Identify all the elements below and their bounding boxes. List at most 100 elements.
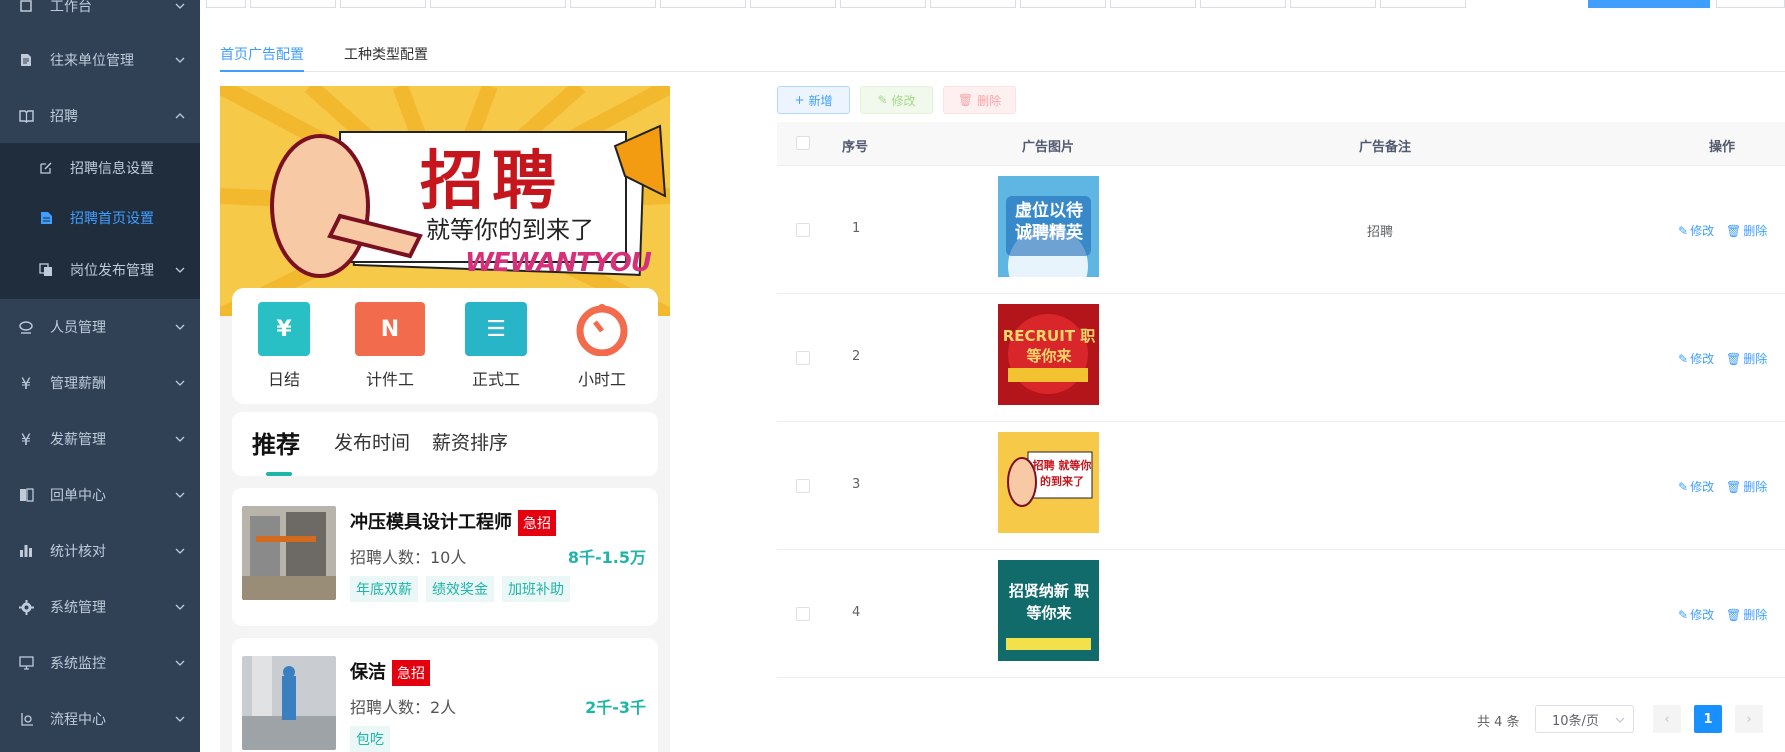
job-headcount: 招聘人数：10人 (350, 548, 467, 567)
tags-view-tab[interactable] (1380, 0, 1466, 8)
sidebar-item-salary-mgmt[interactable]: ¥ 管理薪酬 (0, 355, 200, 411)
row-delete-link[interactable]: 🗑 删除 (1726, 222, 1767, 239)
tags-view-tab[interactable] (570, 0, 656, 8)
row-checkbox[interactable] (796, 351, 810, 365)
row-delete-label: 删除 (1743, 224, 1768, 238)
urgent-badge: 急招 (518, 510, 556, 536)
sidebar-item-label: 流程中心 (50, 712, 106, 728)
quick-entry-piecework[interactable]: N 计件工 (350, 302, 430, 390)
page-size-select[interactable]: 10条/页 (1535, 705, 1634, 733)
tags-view-tab[interactable] (1110, 0, 1196, 8)
tags-view-tab[interactable] (750, 0, 836, 8)
sidebar-subitem-job-publish[interactable]: 岗位发布管理 (0, 245, 200, 295)
tags-view-tab[interactable] (840, 0, 926, 8)
chevron-down-icon (175, 3, 185, 9)
plus-icon: + (794, 93, 805, 107)
delete-button[interactable]: 🗑 删除 (943, 86, 1016, 114)
row-edit-link[interactable]: ✎ 修改 (1678, 222, 1714, 239)
sidebar-item-system[interactable]: 系统管理 (0, 579, 200, 635)
job-tags: 年底双薪 绩效奖金 加班补助 (350, 576, 570, 602)
trash-icon: 🗑 (1726, 351, 1742, 366)
tab-home-ad-config[interactable]: 首页广告配置 (220, 44, 304, 64)
tab-job-type-config[interactable]: 工种类型配置 (344, 44, 428, 64)
tags-view-tab[interactable] (206, 0, 246, 8)
sidebar-item-personnel[interactable]: 人员管理 (0, 299, 200, 355)
row-edit-link[interactable]: ✎ 修改 (1678, 350, 1714, 367)
select-all-checkbox[interactable] (796, 136, 810, 150)
tags-view-tab-active[interactable] (1588, 0, 1710, 8)
row-edit-link[interactable]: ✎ 修改 (1678, 606, 1714, 623)
quick-entry-fulltime[interactable]: ☰ 正式工 (456, 302, 536, 390)
row-delete-link[interactable]: 🗑 删除 (1726, 606, 1767, 623)
file-icon (38, 210, 54, 226)
row-delete-link[interactable]: 🗑 删除 (1726, 350, 1767, 367)
page-number-button[interactable]: 1 (1694, 705, 1722, 733)
sort-tab-recommend[interactable]: 推荐 (252, 425, 300, 460)
ad-image[interactable]: 招聘 就等你的到来了 (998, 432, 1099, 533)
job-headcount: 招聘人数：2人 (350, 698, 457, 717)
quick-entry-label: 小时工 (577, 370, 626, 389)
job-card[interactable]: 冲压模具设计工程师 急招 招聘人数：10人 8千-1.5万 年底双薪 绩效奖金 加… (232, 488, 658, 626)
bar-chart-icon (18, 543, 34, 559)
job-card[interactable]: 保洁 急招 招聘人数：2人 2千-3千 包吃 (232, 638, 658, 752)
row-delete-link[interactable]: 🗑 删除 (1726, 478, 1767, 495)
add-button-label: 新增 (808, 93, 833, 108)
job-title-text: 保洁 (350, 662, 386, 683)
row-checkbox[interactable] (796, 607, 810, 621)
sort-tab-publish-time[interactable]: 发布时间 (334, 428, 410, 455)
ad-image[interactable]: 招贤纳新 职等你来 (998, 560, 1099, 661)
tags-view-tab[interactable] (430, 0, 566, 8)
pagination-total: 共 4 条 (1477, 715, 1520, 730)
sidebar-item-workbench[interactable]: 工作台 (0, 0, 200, 34)
tags-view-tab[interactable] (930, 0, 1016, 8)
column-header-actions: 操作 (1709, 140, 1736, 155)
row-checkbox[interactable] (796, 223, 810, 237)
tags-view-tab[interactable] (1290, 0, 1376, 8)
tags-view-tab[interactable] (1020, 0, 1106, 8)
sidebar-item-statistics[interactable]: 统计核对 (0, 523, 200, 579)
sidebar-item-label: 统计核对 (50, 544, 106, 560)
ad-image[interactable]: RECRUIT 职等你来 (998, 304, 1099, 405)
row-index: 2 (852, 349, 861, 364)
job-title: 冲压模具设计工程师 急招 (350, 508, 556, 536)
quick-entry-label: 正式工 (471, 370, 520, 389)
prev-page-button[interactable]: ‹ (1653, 705, 1681, 733)
sidebar-item-payroll[interactable]: ¥ 发薪管理 (0, 411, 200, 467)
tags-view-tab[interactable] (1200, 0, 1286, 8)
bag-icon: ¥ (258, 302, 310, 356)
tags-view-tab[interactable] (250, 0, 336, 8)
tags-view-tab[interactable] (340, 0, 426, 8)
sidebar-subitem-recruit-info[interactable]: 招聘信息设置 (0, 143, 200, 193)
sidebar-item-recruit[interactable]: 招聘 (0, 88, 200, 144)
tags-view-tab[interactable] (1716, 0, 1785, 8)
job-salary: 2千-3千 (585, 698, 646, 717)
edit-button-label: 修改 (891, 93, 916, 108)
sidebar-item-monitor[interactable]: 系统监控 (0, 635, 200, 691)
next-page-button[interactable]: › (1735, 705, 1763, 733)
chevron-down-icon (175, 548, 185, 554)
job-tag: 年底双薪 (350, 576, 418, 602)
sort-tab-salary[interactable]: 薪资排序 (432, 428, 508, 455)
edit-button[interactable]: ✎ 修改 (860, 86, 933, 114)
sidebar-subitem-recruit-home[interactable]: 招聘首页设置 (0, 193, 200, 243)
ad-image-text: RECRUIT 职等你来 (1002, 327, 1096, 365)
ad-image[interactable]: 虚位以待 诚聘精英 (998, 176, 1099, 277)
table-row: 4 招贤纳新 职等你来 ✎ 修改 🗑 删除 (777, 550, 1785, 678)
add-button[interactable]: + 新增 (777, 86, 850, 114)
tags-view-tab[interactable] (660, 0, 746, 8)
row-edit-link[interactable]: ✎ 修改 (1678, 478, 1714, 495)
job-tag: 包吃 (350, 726, 390, 752)
quick-entry-daily[interactable]: ¥ 日结 (244, 302, 324, 390)
row-index: 1 (852, 221, 861, 236)
job-title-text: 冲压模具设计工程师 (350, 512, 512, 533)
sidebar-item-workflow[interactable]: 流程中心 (0, 691, 200, 747)
ad-image-text: 招贤纳新 职等你来 (1008, 582, 1090, 622)
chevron-left-icon: ‹ (1664, 711, 1670, 727)
sidebar-item-partners[interactable]: 往来单位管理 (0, 32, 200, 88)
row-checkbox[interactable] (796, 479, 810, 493)
sidebar-item-label: 系统管理 (50, 600, 106, 616)
sidebar-item-receipts[interactable]: 回单中心 (0, 467, 200, 523)
sidebar-item-label: 工作台 (50, 0, 92, 15)
tabs-divider (220, 71, 1785, 72)
quick-entry-hourly[interactable]: 小时工 (562, 302, 642, 390)
